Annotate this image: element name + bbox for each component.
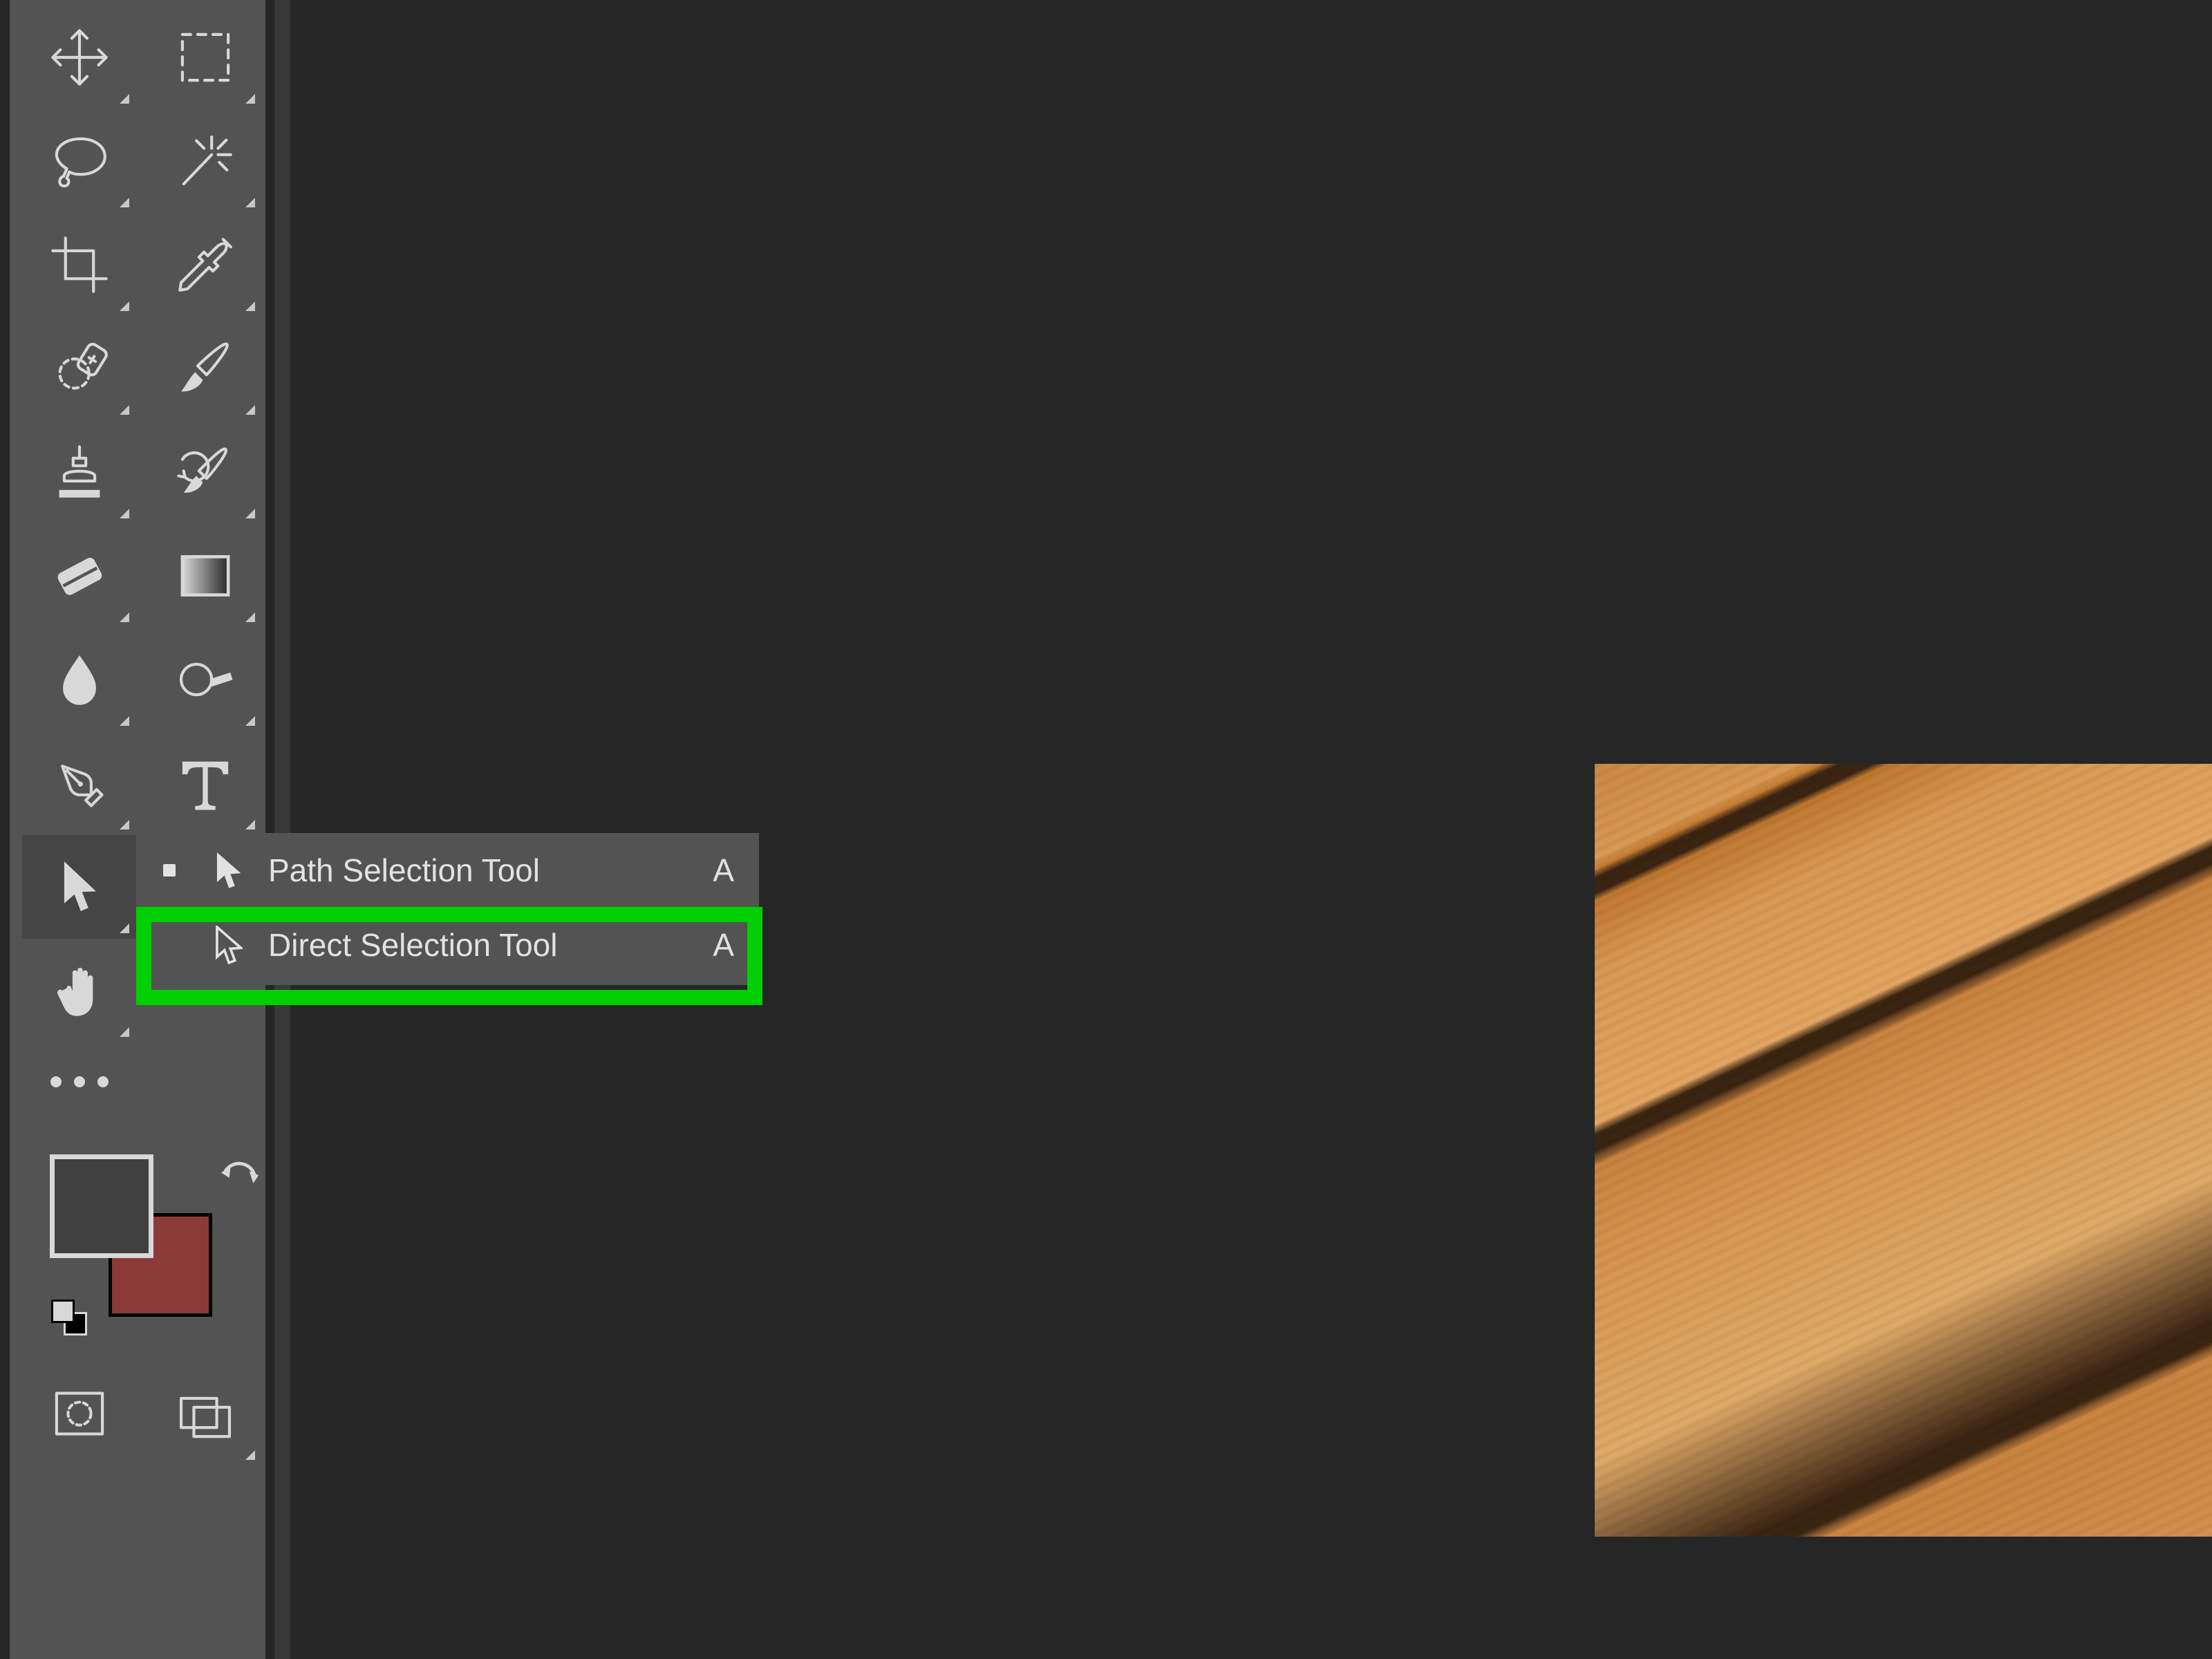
history-brush-icon <box>174 440 237 504</box>
document-image[interactable] <box>1595 764 2212 1537</box>
screen-mode-icon <box>174 1382 237 1445</box>
path-selection-tool[interactable] <box>22 835 136 939</box>
eyedropper-icon <box>174 233 237 297</box>
white-arrow-icon <box>210 926 245 964</box>
flyout-shortcut: A <box>686 852 759 889</box>
marquee-icon <box>174 26 237 89</box>
swap-colors-button[interactable] <box>221 1158 261 1198</box>
clone-stamp-icon <box>48 440 111 504</box>
blur-tool[interactable] <box>22 628 136 731</box>
flyout-item-path-selection[interactable]: Path Selection Tool A <box>137 833 759 908</box>
magic-wand-icon <box>174 129 237 193</box>
clone-stamp-tool[interactable] <box>22 420 136 524</box>
default-colors-button[interactable] <box>51 1300 93 1341</box>
pen-tool[interactable] <box>22 731 136 835</box>
eraser-icon <box>48 544 111 608</box>
healing-brush-icon <box>48 337 111 400</box>
brush-icon <box>174 337 237 400</box>
blur-icon <box>48 648 111 711</box>
gradient-icon <box>174 544 237 608</box>
dodge-icon <box>174 648 237 711</box>
window-edge <box>0 0 7 1659</box>
crop-tool[interactable] <box>22 213 136 317</box>
dodge-tool[interactable] <box>148 628 262 731</box>
path-selection-flyout: Path Selection Tool A Direct Selection T… <box>137 833 759 985</box>
quick-mask-button[interactable] <box>22 1362 136 1465</box>
eyedropper-tool[interactable] <box>148 213 262 317</box>
path-selection-icon <box>48 855 111 919</box>
edit-toolbar-button[interactable] <box>22 1044 136 1120</box>
healing-brush-tool[interactable] <box>22 317 136 420</box>
selected-indicator <box>163 939 176 951</box>
flyout-label: Path Selection Tool <box>268 852 686 889</box>
foreground-color-swatch[interactable] <box>50 1154 153 1258</box>
black-arrow-icon <box>210 851 245 890</box>
brush-tool[interactable] <box>148 317 262 420</box>
lasso-tool[interactable] <box>22 109 136 213</box>
toolbar-scrollbar[interactable] <box>274 0 290 1659</box>
type-icon <box>174 751 237 815</box>
type-tool[interactable] <box>148 731 262 835</box>
eraser-tool[interactable] <box>22 524 136 628</box>
pen-icon <box>48 751 111 815</box>
crop-icon <box>48 233 111 297</box>
ellipsis-icon <box>50 1076 109 1087</box>
lasso-icon <box>48 129 111 193</box>
hand-icon <box>48 959 111 1022</box>
magic-wand-tool[interactable] <box>148 109 262 213</box>
swap-icon <box>221 1158 261 1198</box>
selected-indicator <box>163 864 176 877</box>
hand-tool[interactable] <box>22 939 136 1042</box>
quick-mask-icon <box>48 1382 111 1445</box>
flyout-item-direct-selection[interactable]: Direct Selection Tool A <box>137 908 759 982</box>
marquee-tool[interactable] <box>148 6 262 109</box>
move-icon <box>48 26 111 89</box>
tools-panel <box>10 0 265 1659</box>
flyout-shortcut: A <box>686 926 759 964</box>
screen-mode-button[interactable] <box>148 1362 262 1465</box>
history-brush-tool[interactable] <box>148 420 262 524</box>
flyout-label: Direct Selection Tool <box>268 926 686 964</box>
move-tool[interactable] <box>22 6 136 109</box>
gradient-tool[interactable] <box>148 524 262 628</box>
